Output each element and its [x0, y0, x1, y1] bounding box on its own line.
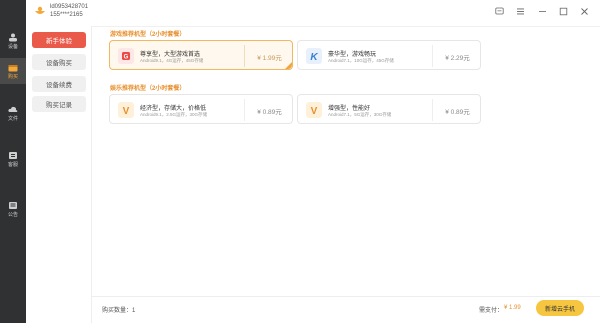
plan-title: 增强型，性能好	[328, 106, 371, 112]
plan-spec: Android9.1，2.5G运存，30G存储	[140, 112, 208, 117]
rail-item-device[interactable]: 设备	[0, 28, 26, 54]
card-divider	[244, 45, 245, 67]
plan-title: 豪华型，游戏畅玩	[328, 52, 377, 58]
rail-item-service[interactable]: 客服	[0, 146, 26, 172]
close-icon[interactable]	[580, 7, 589, 16]
plan-price: ¥ 0.89元	[257, 109, 282, 116]
k-app-icon: K	[306, 48, 322, 64]
plan-price: ¥ 0.89元	[445, 109, 470, 116]
checkout-bar: 购买数量：1 需支付： ¥ 1.99 新增云手机	[92, 296, 600, 323]
rail-item-purchase[interactable]: 购买	[0, 58, 26, 84]
menu-item-buy-device[interactable]: 设备购买	[32, 54, 86, 70]
amount-due-value: ¥ 1.99	[504, 305, 521, 311]
plan-card-economy[interactable]: V 经济型，存储大，价格低 Android9.1，2.5G运存，30G存储 ¥ …	[109, 94, 293, 124]
plan-card-enhanced[interactable]: V 增强型，性能好 Android7.1，5G运存，30G存储 ¥ 0.89元	[297, 94, 481, 124]
message-icon[interactable]	[495, 7, 504, 16]
svg-text:V: V	[311, 106, 318, 117]
left-rail: 设备 购买 文件 客服 公告	[0, 0, 26, 323]
plan-spec: Android7.1，10G运存，45G存储	[328, 58, 394, 63]
rail-label: 文件	[7, 115, 18, 122]
card-divider	[244, 99, 245, 121]
plan-spec: Android9.1，4G运存，45G存储	[140, 58, 204, 63]
menu-item-trial[interactable]: 新手体验	[32, 32, 86, 48]
purchase-quantity: 购买数量：1	[102, 308, 136, 314]
plan-price: ¥ 2.29元	[445, 55, 470, 62]
plan-title: 经济型，存储大，价格低	[140, 106, 207, 112]
card-divider	[432, 99, 433, 121]
announcement-icon	[9, 201, 17, 209]
minimize-icon[interactable]	[538, 7, 547, 16]
plan-price: ¥ 1.99元	[257, 55, 282, 62]
file-icon	[8, 106, 18, 112]
rail-label: 设备	[7, 43, 18, 50]
svg-text:V: V	[123, 106, 130, 117]
menu-icon[interactable]	[516, 7, 525, 16]
section-title-entertainment: 娱乐推荐机型（2小时套餐）	[110, 86, 186, 92]
svg-text:G: G	[124, 55, 129, 61]
v-app-icon: V	[306, 102, 322, 118]
device-icon	[9, 33, 17, 41]
add-cloud-phone-button[interactable]: 新增云手机	[536, 300, 584, 316]
app-logo-icon	[35, 6, 45, 14]
plan-card-deluxe[interactable]: K 豪华型，游戏畅玩 Android7.1，10G运存，45G存储 ¥ 2.29…	[297, 40, 481, 70]
account-id: ld0953428701	[50, 4, 89, 10]
account-phone: 155****2165	[50, 12, 83, 18]
amount-due-label: 需支付：	[479, 308, 504, 314]
svg-text:K: K	[310, 52, 318, 63]
google-play-icon: G	[118, 48, 134, 64]
title-bar: ld0953428701 155****2165	[26, 0, 600, 26]
section-title-game: 游戏推荐机型（2小时套餐）	[110, 32, 186, 38]
service-icon	[9, 151, 17, 159]
rail-label: 购买	[7, 73, 18, 80]
card-divider	[432, 45, 433, 67]
plan-card-premium[interactable]: G 尊享型，大型游戏首选 Android9.1，4G运存，45G存储 ¥ 1.9…	[109, 40, 293, 70]
rail-label: 客服	[7, 161, 18, 168]
v-app-icon: V	[118, 102, 134, 118]
plan-title: 尊享型，大型游戏首选	[140, 52, 201, 58]
plan-spec: Android7.1，5G运存，30G存储	[328, 112, 392, 117]
rail-item-announcement[interactable]: 公告	[0, 196, 26, 222]
purchase-icon	[8, 64, 18, 71]
rail-label: 公告	[7, 211, 18, 218]
purchase-menu: 新手体验 设备购买 设备续费 购买记录	[26, 26, 92, 323]
selected-corner-mark	[285, 62, 292, 69]
menu-item-renew[interactable]: 设备续费	[32, 76, 86, 92]
rail-item-file[interactable]: 文件	[0, 100, 26, 126]
menu-item-records[interactable]: 购买记录	[32, 96, 86, 112]
main-content: 游戏推荐机型（2小时套餐） G 尊享型，大型游戏首选 Android9.1，4G…	[92, 26, 600, 296]
maximize-icon[interactable]	[559, 7, 568, 16]
